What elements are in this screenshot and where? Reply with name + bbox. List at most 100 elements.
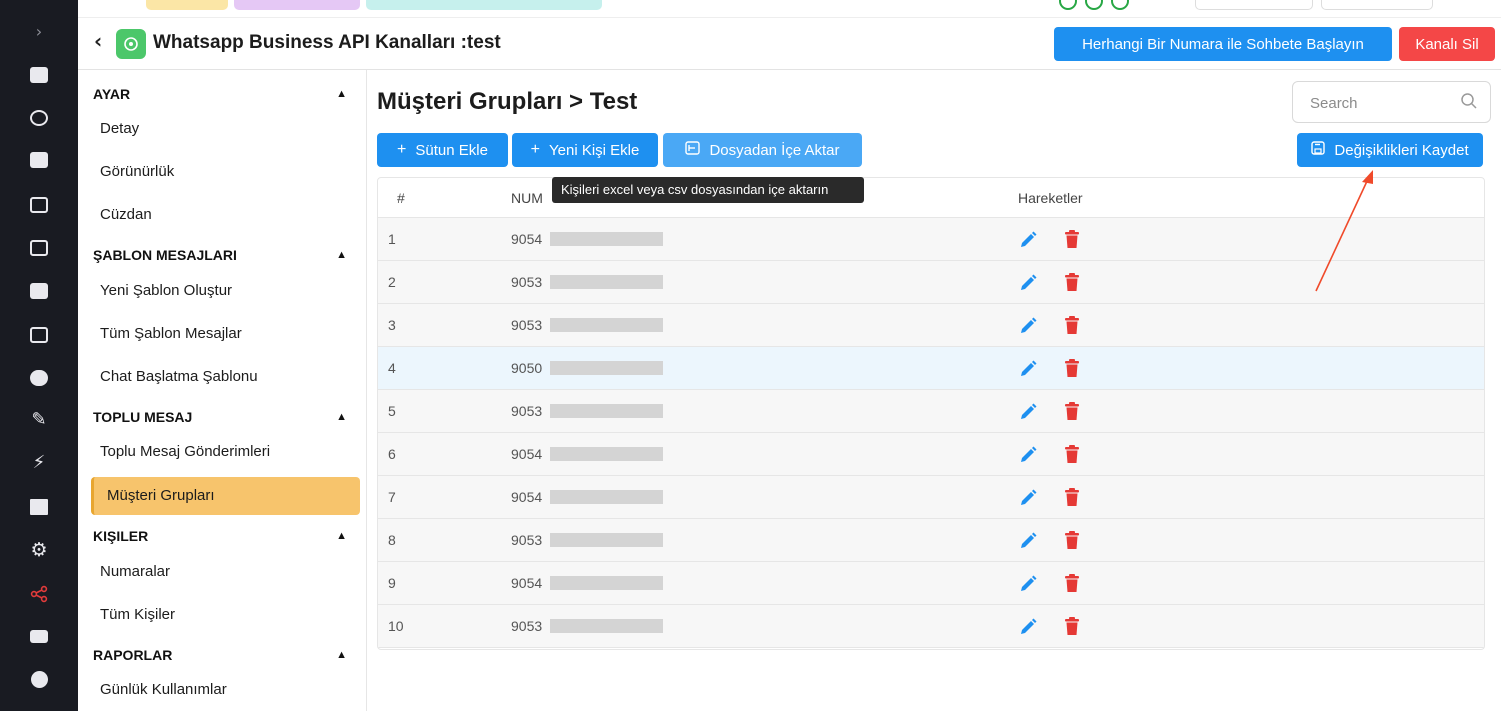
trash-icon[interactable] — [1064, 487, 1080, 507]
save-changes-button[interactable]: Değişiklikleri Kaydet — [1297, 133, 1483, 167]
pencil-icon[interactable] — [1018, 531, 1038, 551]
inbox-icon[interactable] — [27, 323, 51, 347]
status-icon[interactable] — [1059, 0, 1077, 10]
sidebar-item-daily-usage[interactable]: Günlük Kullanımlar — [100, 681, 227, 703]
pie-chart-icon[interactable] — [27, 667, 51, 691]
chat-icon[interactable] — [27, 63, 51, 87]
redaction-mask — [550, 318, 663, 332]
mail-icon[interactable] — [27, 193, 51, 217]
bolt-icon[interactable]: ⚡ — [27, 451, 51, 475]
card-icon[interactable] — [27, 624, 51, 648]
button-label: Değişiklikleri Kaydet — [1334, 141, 1469, 159]
share-icon[interactable] — [27, 582, 51, 606]
table-row[interactable]: 4 9050 — [378, 347, 1484, 390]
start-chat-button[interactable]: Herhangi Bir Numara ile Sohbete Başlayın — [1054, 27, 1392, 61]
pencil-icon[interactable] — [1018, 617, 1038, 637]
sidebar-item-bulk-sends[interactable]: Toplu Mesaj Gönderimleri — [100, 443, 270, 465]
back-icon[interactable]: ‹ — [94, 31, 102, 51]
sidebar-item-detail[interactable]: Detay — [100, 120, 139, 142]
trash-icon[interactable] — [1064, 573, 1080, 593]
collapse-icon[interactable]: ▲ — [336, 249, 347, 261]
trash-icon[interactable] — [1064, 272, 1080, 292]
breadcrumb: Müşteri Grupları > Test — [377, 88, 638, 115]
table-header: # NUM Hareketler — [378, 178, 1484, 218]
expand-icon[interactable]: › — [27, 20, 51, 44]
collapse-icon[interactable]: ▲ — [336, 530, 347, 542]
sidebar-item-numbers[interactable]: Numaralar — [100, 563, 170, 585]
top-strip — [78, 0, 1501, 18]
search-icon[interactable] — [1460, 92, 1478, 110]
status-icon[interactable] — [1085, 0, 1103, 10]
section-title: AYAR — [93, 86, 131, 102]
section-template-messages[interactable]: ŞABLON MESAJLARI ▲ — [93, 247, 353, 269]
tab-pill[interactable] — [234, 0, 360, 10]
contacts-icon[interactable] — [27, 148, 51, 172]
trash-icon[interactable] — [1064, 444, 1080, 464]
redaction-mask — [550, 232, 663, 246]
users-icon[interactable] — [27, 366, 51, 390]
pencil-icon[interactable] — [1018, 359, 1038, 379]
delete-channel-button[interactable]: Kanalı Sil — [1399, 27, 1495, 61]
search-box[interactable] — [1292, 81, 1491, 123]
bot-icon[interactable] — [27, 106, 51, 130]
row-number: 9053 — [511, 403, 543, 419]
table-row[interactable]: 9 9054 — [378, 562, 1484, 605]
grid-icon[interactable] — [27, 495, 51, 519]
table-row[interactable]: 2 9053 — [378, 261, 1484, 304]
collapse-icon[interactable]: ▲ — [336, 649, 347, 661]
import-icon — [685, 140, 701, 160]
settings-sidebar: AYAR ▲ Detay Görünürlük Cüzdan ŞABLON ME… — [78, 70, 367, 711]
pencil-icon[interactable] — [1018, 402, 1038, 422]
trash-icon[interactable] — [1064, 401, 1080, 421]
table-row[interactable]: 6 9054 — [378, 433, 1484, 476]
add-column-button[interactable]: + Sütun Ekle — [377, 133, 508, 167]
sidebar-item-all-templates[interactable]: Tüm Şablon Mesajlar — [100, 325, 242, 347]
import-file-button[interactable]: Dosyadan İçe Aktar — [663, 133, 862, 167]
trash-icon[interactable] — [1064, 358, 1080, 378]
pencil-icon[interactable] — [1018, 273, 1038, 293]
pencil-icon[interactable] — [1018, 488, 1038, 508]
table-row[interactable]: 8 9053 — [378, 519, 1484, 562]
sidebar-item-all-contacts[interactable]: Tüm Kişiler — [100, 606, 175, 628]
sidebar-item-visibility[interactable]: Görünürlük — [100, 163, 174, 185]
user-chip[interactable] — [1195, 0, 1313, 10]
add-contact-button[interactable]: + Yeni Kişi Ekle — [512, 133, 658, 167]
trash-icon[interactable] — [1064, 530, 1080, 550]
pen-icon[interactable]: ✎ — [27, 408, 51, 432]
sidebar-item-new-template[interactable]: Yeni Şablon Oluştur — [100, 282, 232, 304]
pencil-icon[interactable] — [1018, 316, 1038, 336]
table-row[interactable]: 1 9054 — [378, 218, 1484, 261]
table-row[interactable]: 7 9054 — [378, 476, 1484, 519]
search-input[interactable] — [1310, 92, 1460, 114]
sidebar-item-chat-start-template[interactable]: Chat Başlatma Şablonu — [100, 368, 258, 390]
collapse-icon[interactable]: ▲ — [336, 411, 347, 423]
tab-pill[interactable] — [146, 0, 228, 10]
trash-icon[interactable] — [1064, 229, 1080, 249]
sidebar-item-wallet[interactable]: Cüzdan — [100, 206, 152, 228]
section-bulk-message[interactable]: TOPLU MESAJ ▲ — [93, 409, 353, 431]
row-number: 9053 — [511, 317, 543, 333]
status-icons — [1059, 0, 1129, 10]
button-label: Yeni Kişi Ekle — [549, 141, 640, 159]
tab-pill[interactable] — [366, 0, 602, 10]
table-row[interactable]: 5 9053 — [378, 390, 1484, 433]
table-row[interactable]: 3 9053 — [378, 304, 1484, 347]
pencil-icon[interactable] — [1018, 445, 1038, 465]
section-reports[interactable]: RAPORLAR ▲ — [93, 647, 353, 669]
pencil-icon[interactable] — [1018, 230, 1038, 250]
collapse-icon[interactable]: ▲ — [336, 88, 347, 100]
section-title: KIŞILER — [93, 528, 149, 544]
table-row[interactable]: 10 9053 — [378, 605, 1484, 648]
account-chip[interactable] — [1321, 0, 1433, 10]
clipboard-icon[interactable] — [27, 236, 51, 260]
section-settings[interactable]: AYAR ▲ — [93, 86, 353, 108]
trash-icon[interactable] — [1064, 616, 1080, 636]
trash-icon[interactable] — [1064, 315, 1080, 335]
sidebar-item-customer-groups[interactable]: Müşteri Grupları — [91, 477, 360, 515]
pencil-icon[interactable] — [1018, 574, 1038, 594]
settings-icon[interactable]: ⚙ — [27, 538, 51, 562]
whatsapp-icon[interactable] — [1111, 0, 1129, 10]
section-contacts[interactable]: KIŞILER ▲ — [93, 528, 353, 550]
ticket-icon[interactable] — [27, 279, 51, 303]
redaction-mask — [550, 447, 663, 461]
